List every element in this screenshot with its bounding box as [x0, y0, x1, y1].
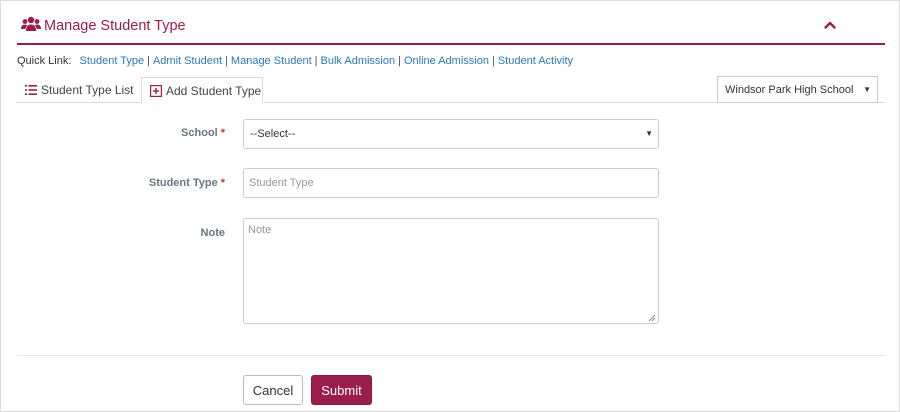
quick-link-student-type[interactable]: Student Type	[79, 55, 144, 67]
note-label: Note	[200, 227, 225, 239]
required-mark: *	[220, 127, 225, 139]
quick-link-online-admission[interactable]: Online Admission	[404, 55, 489, 67]
caret-down-icon: ▼	[863, 85, 871, 94]
school-select-value: --Select--	[250, 128, 296, 140]
users-icon	[21, 16, 41, 32]
tab-bar: Student Type List Add Student Type Winds…	[17, 76, 885, 104]
list-icon	[25, 84, 37, 96]
school-filter-value: Windsor Park High School	[725, 83, 854, 96]
school-select[interactable]: --Select-- ▼	[243, 119, 659, 149]
student-type-placeholder: Student Type	[249, 177, 314, 189]
note-placeholder: Note	[248, 224, 272, 236]
quick-link-label: Quick Link:	[17, 55, 72, 67]
quick-link-bulk-admission[interactable]: Bulk Admission	[321, 55, 396, 67]
required-mark: *	[220, 177, 225, 189]
page-frame: Manage Student Type Quick Link: Student …	[0, 0, 900, 412]
chevron-up-icon[interactable]	[823, 18, 837, 32]
resize-grip-icon[interactable]	[648, 313, 656, 322]
quick-link-admit-student[interactable]: Admit Student	[153, 55, 222, 67]
tab-label: Add Student Type	[166, 83, 262, 98]
student-type-input[interactable]: Student Type	[243, 168, 659, 198]
form-divider	[17, 355, 885, 356]
plus-square-icon	[150, 84, 163, 97]
link-separator: |	[225, 55, 228, 67]
quick-link-manage-student[interactable]: Manage Student	[231, 55, 312, 67]
school-label: School *	[181, 127, 225, 139]
tab-student-type-list[interactable]: Student Type List	[25, 77, 134, 103]
caret-down-icon: ▼	[645, 129, 653, 138]
note-textarea[interactable]: Note	[243, 218, 659, 324]
link-separator: |	[491, 55, 495, 67]
quick-link-student-activity[interactable]: Student Activity	[498, 55, 573, 67]
link-separator: |	[314, 55, 318, 67]
page-title: Manage Student Type	[44, 18, 186, 34]
quick-links: Quick Link: Student Type | Admit Student | M…	[17, 55, 573, 69]
panel-header: Manage Student Type	[17, 13, 885, 45]
cancel-button[interactable]: Cancel	[243, 375, 303, 405]
submit-button[interactable]: Submit	[311, 375, 372, 405]
student-type-label: Student Type *	[148, 177, 225, 189]
link-separator: |	[147, 55, 150, 67]
tab-add-student-type[interactable]: Add Student Type	[141, 77, 263, 104]
link-separator: |	[398, 55, 401, 67]
school-filter-select[interactable]: Windsor Park High School ▼	[717, 76, 878, 103]
tab-label: Student Type List	[41, 83, 134, 97]
